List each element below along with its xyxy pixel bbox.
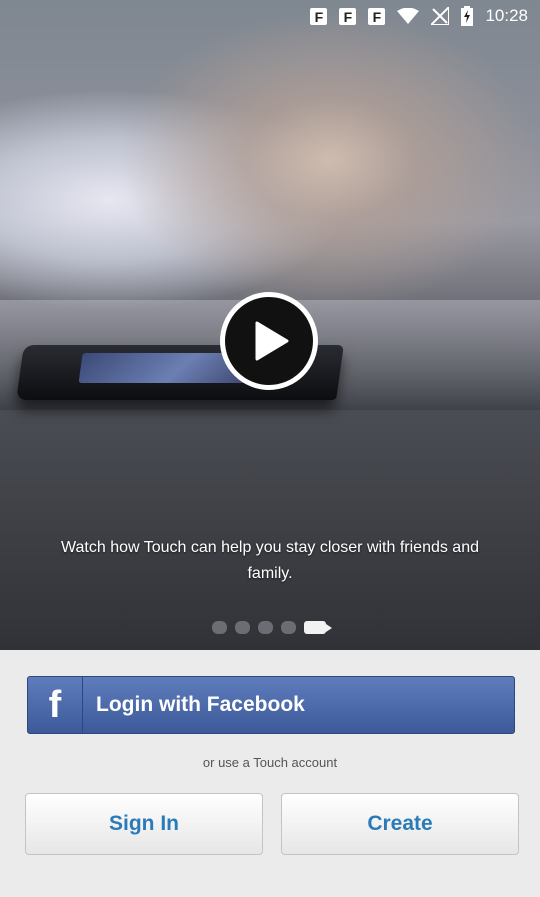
facebook-notification-icon: F (368, 7, 386, 25)
page-dot[interactable] (281, 620, 296, 634)
play-icon (255, 321, 289, 361)
tutorial-caption: Watch how Touch can help you stay closer… (61, 539, 479, 582)
status-bar: F F F 10:28 (0, 0, 540, 32)
battery-charging-icon (461, 6, 474, 26)
page-indicator[interactable] (212, 620, 332, 634)
camera-icon[interactable] (304, 620, 332, 634)
wifi-icon (397, 8, 420, 24)
login-with-facebook-button[interactable]: f Login with Facebook (27, 676, 515, 734)
page-dot[interactable] (212, 620, 227, 634)
page-dot[interactable] (235, 620, 250, 634)
facebook-notification-icon: F (310, 7, 328, 25)
facebook-logo-icon: f (28, 677, 83, 733)
background-floor (0, 410, 540, 650)
touch-account-hint: or use a Touch account (202, 755, 338, 770)
status-clock: 10:28 (485, 6, 528, 25)
facebook-login-label: Login with Facebook (96, 693, 305, 716)
facebook-notification-icon: F (339, 7, 357, 25)
no-signal-icon (431, 7, 450, 25)
page-dot[interactable] (258, 620, 273, 634)
play-button[interactable] (220, 292, 318, 390)
create-button[interactable]: Create (281, 793, 519, 855)
sign-in-button[interactable]: Sign In (25, 793, 263, 855)
